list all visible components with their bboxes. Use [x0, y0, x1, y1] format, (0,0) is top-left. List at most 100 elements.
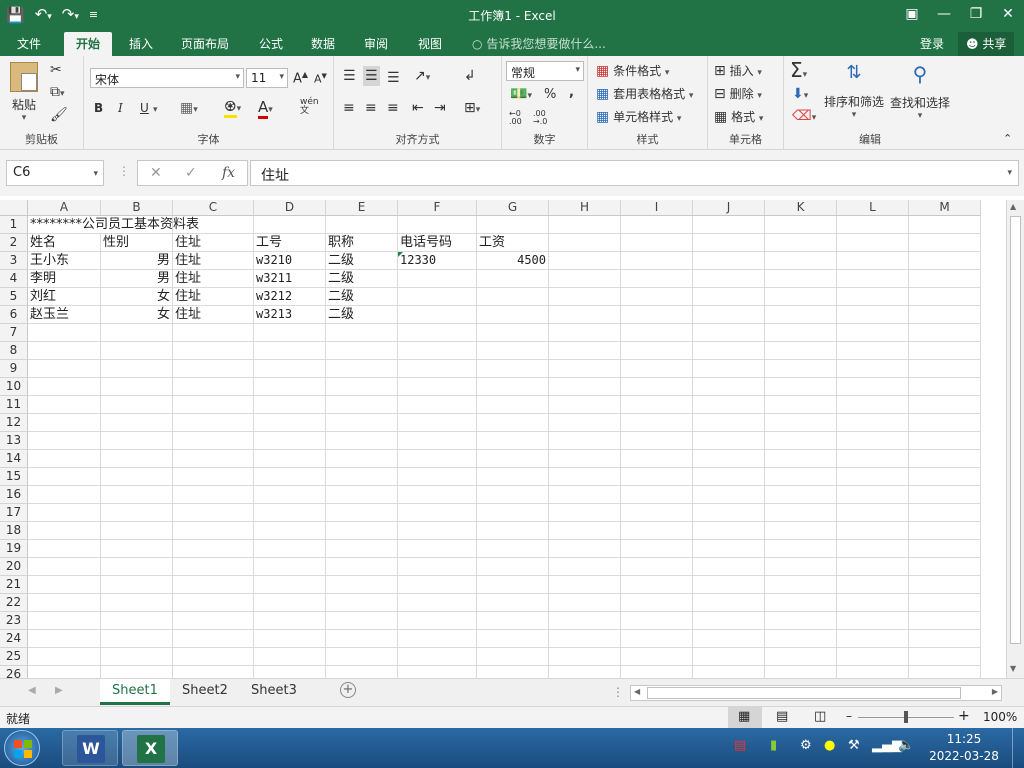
cell-j8[interactable]	[693, 342, 765, 360]
cell-i14[interactable]	[621, 450, 693, 468]
cell-l7[interactable]	[837, 324, 909, 342]
cell-m25[interactable]	[909, 648, 981, 666]
cell-j25[interactable]	[693, 648, 765, 666]
cell-c13[interactable]	[173, 432, 254, 450]
cell-a1[interactable]: ********公司员工基本资料表	[28, 216, 199, 234]
cell-k17[interactable]	[765, 504, 837, 522]
cell-c8[interactable]	[173, 342, 254, 360]
cell-c4[interactable]: 住址	[173, 270, 254, 288]
cell-h5[interactable]	[549, 288, 621, 306]
cell-h17[interactable]	[549, 504, 621, 522]
cell-g19[interactable]	[477, 540, 549, 558]
tab-file[interactable]: 文件	[17, 35, 41, 52]
cell-f19[interactable]	[398, 540, 477, 558]
input-method-icon[interactable]: ▤	[734, 738, 746, 753]
cell-j23[interactable]	[693, 612, 765, 630]
cell-b12[interactable]	[101, 414, 173, 432]
cell-k2[interactable]	[765, 234, 837, 252]
cell-f16[interactable]	[398, 486, 477, 504]
cell-f18[interactable]	[398, 522, 477, 540]
cell-j12[interactable]	[693, 414, 765, 432]
cell-l25[interactable]	[837, 648, 909, 666]
align-left-icon[interactable]: ≡	[343, 100, 355, 116]
vertical-scrollbar[interactable]: ▲ ▼	[1006, 200, 1024, 678]
cell-e23[interactable]	[326, 612, 398, 630]
row-header-18[interactable]: 18	[0, 522, 28, 540]
cell-k15[interactable]	[765, 468, 837, 486]
cell-m21[interactable]	[909, 576, 981, 594]
font-name-select[interactable]: 宋体 ▾	[90, 68, 244, 88]
close-button[interactable]: ✕	[992, 0, 1024, 30]
cell-i25[interactable]	[621, 648, 693, 666]
cell-h6[interactable]	[549, 306, 621, 324]
cell-k26[interactable]	[765, 666, 837, 678]
cell-a2[interactable]: 姓名	[28, 234, 101, 252]
cell-k13[interactable]	[765, 432, 837, 450]
cell-j21[interactable]	[693, 576, 765, 594]
cell-k8[interactable]	[765, 342, 837, 360]
row-header-2[interactable]: 2	[0, 234, 28, 252]
row-header-26[interactable]: 26	[0, 666, 28, 678]
font-size-select[interactable]: 11 ▾	[246, 68, 288, 88]
cell-i24[interactable]	[621, 630, 693, 648]
cell-e2[interactable]: 职称	[326, 234, 398, 252]
cell-m26[interactable]	[909, 666, 981, 678]
cell-g8[interactable]	[477, 342, 549, 360]
cell-c11[interactable]	[173, 396, 254, 414]
cell-j4[interactable]	[693, 270, 765, 288]
cell-g4[interactable]	[477, 270, 549, 288]
cell-k6[interactable]	[765, 306, 837, 324]
sheet-tab-1[interactable]: Sheet1	[100, 679, 170, 705]
insert-function-button[interactable]: fx	[222, 165, 235, 181]
row-header-8[interactable]: 8	[0, 342, 28, 360]
delete-cells-button[interactable]: ⊟ 删除 ▾	[714, 85, 762, 102]
cell-a16[interactable]	[28, 486, 101, 504]
cell-j20[interactable]	[693, 558, 765, 576]
chevron-down-icon[interactable]: ▾	[153, 105, 158, 115]
show-desktop-button[interactable]	[1012, 728, 1024, 768]
cell-i6[interactable]	[621, 306, 693, 324]
cell-c24[interactable]	[173, 630, 254, 648]
cell-a14[interactable]	[28, 450, 101, 468]
cell-b5[interactable]: 女	[101, 288, 173, 306]
tab-view[interactable]: 视图	[418, 35, 442, 52]
cell-l18[interactable]	[837, 522, 909, 540]
cell-b4[interactable]: 男	[101, 270, 173, 288]
cell-a18[interactable]	[28, 522, 101, 540]
cell-j24[interactable]	[693, 630, 765, 648]
cell-d9[interactable]	[254, 360, 326, 378]
ribbon-display-icon[interactable]: ▣	[896, 0, 928, 30]
page-break-view-icon[interactable]: ◫	[814, 709, 826, 724]
cell-j17[interactable]	[693, 504, 765, 522]
select-all-corner[interactable]	[0, 200, 28, 216]
cell-e21[interactable]	[326, 576, 398, 594]
row-header-19[interactable]: 19	[0, 540, 28, 558]
cell-c19[interactable]	[173, 540, 254, 558]
cell-d17[interactable]	[254, 504, 326, 522]
cell-b20[interactable]	[101, 558, 173, 576]
sheet-tab-3[interactable]: Sheet3	[239, 679, 309, 705]
cell-l17[interactable]	[837, 504, 909, 522]
cell-g10[interactable]	[477, 378, 549, 396]
cell-m9[interactable]	[909, 360, 981, 378]
cell-f9[interactable]	[398, 360, 477, 378]
tool-icon[interactable]: ⚒	[848, 738, 860, 753]
cell-h19[interactable]	[549, 540, 621, 558]
cell-b9[interactable]	[101, 360, 173, 378]
cell-e9[interactable]	[326, 360, 398, 378]
cell-b25[interactable]	[101, 648, 173, 666]
cell-m22[interactable]	[909, 594, 981, 612]
row-header-11[interactable]: 11	[0, 396, 28, 414]
cell-e20[interactable]	[326, 558, 398, 576]
cell-l13[interactable]	[837, 432, 909, 450]
cell-g6[interactable]	[477, 306, 549, 324]
scroll-up-icon[interactable]: ▲	[1010, 202, 1016, 211]
cell-j13[interactable]	[693, 432, 765, 450]
cell-m1[interactable]	[909, 216, 981, 234]
cell-j6[interactable]	[693, 306, 765, 324]
cell-a3[interactable]: 王小东	[28, 252, 101, 270]
cell-i5[interactable]	[621, 288, 693, 306]
cell-a6[interactable]: 赵玉兰	[28, 306, 101, 324]
cell-l6[interactable]	[837, 306, 909, 324]
cell-i7[interactable]	[621, 324, 693, 342]
